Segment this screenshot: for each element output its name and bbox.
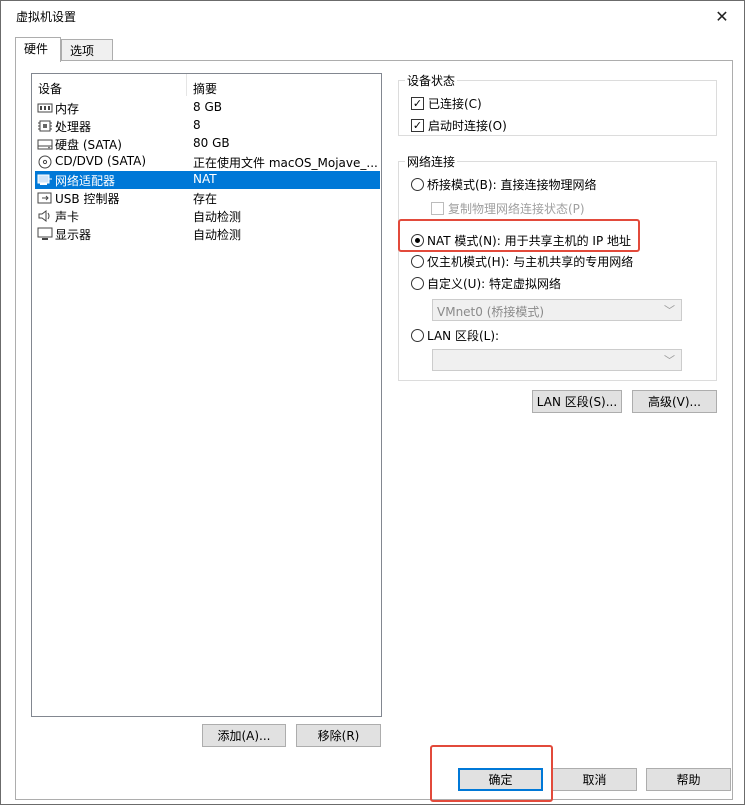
device-list[interactable]: 设备 摘要 内存 8 GB 处理器 8 硬盘 (SATA) 80 GB CD/D… xyxy=(31,73,382,717)
host-only-label: 仅主机模式(H): 与主机共享的专用网络 xyxy=(427,255,634,269)
connect-at-power-on-checkbox[interactable]: ✓ 启动时连接(O) xyxy=(411,117,507,134)
usb-icon xyxy=(37,192,52,204)
add-device-button[interactable]: 添加(A)... xyxy=(202,724,286,747)
network-connection-group: 网络连接 桥接模式(B): 直接连接物理网络 复制物理网络连接状态(P) NAT… xyxy=(398,153,717,381)
device-list-header: 设备 摘要 xyxy=(32,74,381,96)
sound-icon xyxy=(38,210,50,222)
bridged-radio[interactable]: 桥接模式(B): 直接连接物理网络 xyxy=(411,176,596,193)
device-status-title: 设备状态 xyxy=(405,72,458,89)
display-icon xyxy=(37,227,53,240)
custom-radio[interactable]: 自定义(U): 特定虚拟网络 xyxy=(411,275,561,292)
device-summary: 存在 xyxy=(193,192,218,206)
lan-segment-radio[interactable]: LAN 区段(L): xyxy=(411,327,499,344)
device-name: 内存 xyxy=(55,102,80,116)
nat-mode-highlight xyxy=(398,219,640,252)
device-summary: 80 GB xyxy=(193,136,230,150)
close-icon[interactable]: ✕ xyxy=(700,1,744,31)
column-header-summary[interactable]: 摘要 xyxy=(193,80,217,97)
device-row-sound[interactable]: 声卡 自动检测 xyxy=(35,207,380,225)
help-button[interactable]: 帮助 xyxy=(646,768,731,791)
device-name: 显示器 xyxy=(55,228,92,242)
device-status-group: 设备状态 ✓ 已连接(C) ✓ 启动时连接(O) xyxy=(398,72,717,136)
chevron-down-icon: ﹀ xyxy=(664,304,675,317)
title-bar: 虚拟机设置 ✕ xyxy=(1,1,744,31)
check-icon: ✓ xyxy=(411,97,424,110)
lan-segment-select[interactable]: ﹀ xyxy=(432,349,682,371)
device-summary: 8 GB xyxy=(193,100,222,114)
device-name: 网络适配器 xyxy=(55,174,116,188)
device-row-network-adapter[interactable]: 网络适配器 NAT xyxy=(35,171,380,189)
checkbox-icon xyxy=(431,202,444,215)
vm-settings-window: 虚拟机设置 ✕ 硬件 选项 设备 摘要 内存 8 GB 处理器 8 硬盘 (SA… xyxy=(0,0,745,805)
network-adapter-icon xyxy=(37,174,52,185)
replicate-state-checkbox[interactable]: 复制物理网络连接状态(P) xyxy=(431,200,585,217)
replicate-state-label: 复制物理网络连接状态(P) xyxy=(448,202,585,216)
cancel-button[interactable]: 取消 xyxy=(552,768,637,791)
device-name: USB 控制器 xyxy=(55,192,120,206)
radio-icon xyxy=(411,178,424,191)
remove-device-button[interactable]: 移除(R) xyxy=(296,724,381,747)
device-summary: 自动检测 xyxy=(193,228,242,242)
device-row-cd-dvd[interactable]: CD/DVD (SATA) 正在使用文件 macOS_Mojave_... xyxy=(35,153,380,171)
window-title: 虚拟机设置 xyxy=(16,10,77,24)
radio-icon xyxy=(411,277,424,290)
device-name: 处理器 xyxy=(55,120,92,134)
device-name: 硬盘 (SATA) xyxy=(55,138,122,152)
device-summary: 自动检测 xyxy=(193,210,242,224)
column-header-device[interactable]: 设备 xyxy=(38,80,62,97)
memory-icon xyxy=(37,103,53,113)
advanced-button[interactable]: 高级(V)... xyxy=(632,390,717,413)
radio-icon xyxy=(411,255,424,268)
tab-options[interactable]: 选项 xyxy=(61,39,113,61)
device-row-display[interactable]: 显示器 自动检测 xyxy=(35,225,380,243)
device-summary: NAT xyxy=(193,172,217,186)
hardware-panel: 设备 摘要 内存 8 GB 处理器 8 硬盘 (SATA) 80 GB CD/D… xyxy=(15,60,733,800)
processor-icon xyxy=(38,120,52,132)
chevron-down-icon: ﹀ xyxy=(664,354,675,367)
cd-dvd-icon xyxy=(38,155,52,169)
device-row-processor[interactable]: 处理器 8 xyxy=(35,117,380,135)
column-divider[interactable] xyxy=(186,74,187,96)
ok-button-highlight xyxy=(430,745,553,802)
custom-label: 自定义(U): 特定虚拟网络 xyxy=(427,277,562,291)
device-summary: 正在使用文件 macOS_Mojave_... xyxy=(193,156,378,170)
lan-segment-label: LAN 区段(L): xyxy=(427,329,500,343)
lan-segments-button[interactable]: LAN 区段(S)... xyxy=(532,390,622,413)
device-row-harddisk[interactable]: 硬盘 (SATA) 80 GB xyxy=(35,135,380,153)
network-connection-title: 网络连接 xyxy=(405,153,458,170)
device-name: 声卡 xyxy=(55,210,80,224)
connected-checkbox[interactable]: ✓ 已连接(C) xyxy=(411,95,482,112)
device-row-memory[interactable]: 内存 8 GB xyxy=(35,99,380,117)
harddisk-icon xyxy=(37,139,53,150)
connect-at-power-on-label: 启动时连接(O) xyxy=(428,119,507,133)
device-name: CD/DVD (SATA) xyxy=(55,154,147,168)
tab-hardware[interactable]: 硬件 xyxy=(15,37,61,62)
device-summary: 8 xyxy=(193,118,201,132)
device-row-usb[interactable]: USB 控制器 存在 xyxy=(35,189,380,207)
vmnet-select[interactable]: VMnet0 (桥接模式) ﹀ xyxy=(432,299,682,321)
connected-label: 已连接(C) xyxy=(428,97,482,111)
radio-icon xyxy=(411,329,424,342)
host-only-radio[interactable]: 仅主机模式(H): 与主机共享的专用网络 xyxy=(411,253,633,270)
bridged-label: 桥接模式(B): 直接连接物理网络 xyxy=(427,178,597,192)
check-icon: ✓ xyxy=(411,119,424,132)
vmnet-value: VMnet0 (桥接模式) xyxy=(437,305,545,319)
